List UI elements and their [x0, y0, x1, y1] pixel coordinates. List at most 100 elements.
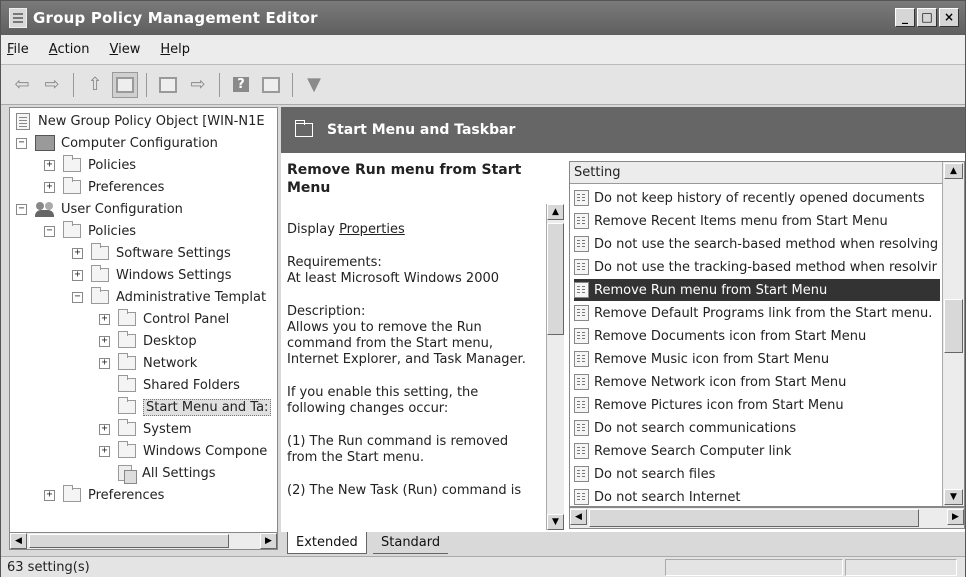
setting-row[interactable]: Do not search Internet	[574, 486, 940, 506]
expand-icon[interactable]: +	[44, 489, 55, 501]
tree-item-desktop[interactable]: + Desktop	[99, 330, 197, 352]
tree-horizontal-scrollbar[interactable]: ◀ ▶	[9, 532, 278, 550]
forward-icon[interactable]: ⇨	[39, 72, 65, 98]
tree-item-network[interactable]: + Network	[99, 352, 197, 374]
expand-icon[interactable]: +	[99, 313, 110, 325]
policy-setting-icon	[574, 236, 589, 252]
setting-row[interactable]: Remove Pictures icon from Start Menu	[574, 394, 940, 416]
folder-icon	[63, 221, 81, 238]
tab-standard[interactable]: Standard	[373, 532, 449, 554]
scroll-left-arrow-icon[interactable]: ◀	[10, 533, 27, 549]
tree-item-start-menu-and-taskbar[interactable]: Start Menu and Ta:	[99, 396, 272, 418]
collapse-icon[interactable]: −	[16, 137, 27, 149]
maximize-button[interactable]: □	[917, 8, 937, 27]
close-button[interactable]: ×	[939, 8, 959, 27]
scrollbar-thumb[interactable]	[944, 299, 963, 353]
collapse-icon[interactable]: −	[16, 203, 27, 215]
tree-item-software-settings[interactable]: + Software Settings	[72, 242, 231, 264]
setting-row[interactable]: Remove Network icon from Start Menu	[574, 371, 940, 393]
console-tree-icon[interactable]	[258, 72, 284, 98]
setting-row[interactable]: Do not keep history of recently opened d…	[574, 187, 940, 209]
gpme-app-icon	[9, 8, 27, 28]
setting-row[interactable]: Remove Music icon from Start Menu	[574, 348, 940, 370]
gpme-window: Group Policy Management Editor _ □ × Fil…	[0, 0, 966, 577]
menu-action[interactable]: Action	[49, 42, 90, 57]
tree-label: System	[143, 421, 192, 437]
tree-item-administrative-templates[interactable]: − Administrative Templat	[72, 286, 266, 308]
setting-row[interactable]: Do not search files	[574, 463, 940, 485]
setting-row[interactable]: Remove Run menu from Start Menu	[574, 279, 940, 301]
properties-icon[interactable]	[155, 72, 181, 98]
setting-row[interactable]: Remove Search Computer link	[574, 440, 940, 462]
setting-row[interactable]: Do not use the tracking-based method whe…	[574, 256, 940, 278]
policy-setting-icon	[574, 489, 589, 505]
help-icon[interactable]: ?	[228, 72, 254, 98]
list-vertical-scrollbar[interactable]: ▲ ▼	[942, 162, 964, 506]
tree-label: Control Panel	[143, 311, 230, 327]
setting-row[interactable]: Remove Default Programs link from the St…	[574, 302, 940, 324]
scroll-left-arrow-icon[interactable]: ◀	[570, 509, 587, 525]
menu-view[interactable]: View	[110, 42, 141, 57]
scrollbar-thumb[interactable]	[29, 534, 229, 548]
tab-extended[interactable]: Extended	[287, 532, 367, 554]
expand-icon[interactable]: +	[44, 159, 55, 171]
expand-icon[interactable]: +	[99, 335, 110, 347]
tree-item-computer-configuration[interactable]: − Computer Configuration	[16, 132, 218, 154]
setting-row[interactable]: Remove Documents icon from Start Menu	[574, 325, 940, 347]
menu-file[interactable]: File	[7, 42, 29, 57]
expand-icon[interactable]: +	[99, 445, 110, 457]
tree-item-computer-policies[interactable]: + Policies	[44, 154, 136, 176]
scroll-down-arrow-icon[interactable]: ▼	[944, 489, 963, 505]
title-bar[interactable]: Group Policy Management Editor _ □ ×	[1, 1, 965, 35]
tree-item-windows-settings[interactable]: + Windows Settings	[72, 264, 231, 286]
tree-item-user-preferences[interactable]: + Preferences	[44, 484, 164, 506]
expand-icon[interactable]: +	[44, 181, 55, 193]
tree-label: Shared Folders	[143, 377, 240, 393]
setting-row[interactable]: Do not search communications	[574, 417, 940, 439]
tree-item-user-configuration[interactable]: − User Configuration	[16, 198, 183, 220]
tree-item-all-settings[interactable]: All Settings	[118, 462, 216, 484]
expand-icon[interactable]: +	[99, 423, 110, 435]
show-hide-tree-icon[interactable]	[112, 71, 138, 98]
scroll-right-arrow-icon[interactable]: ▶	[947, 509, 964, 525]
setting-label: Do not search files	[594, 466, 716, 482]
tree-item-system[interactable]: + System	[99, 418, 191, 440]
window-controls: _ □ ×	[895, 8, 959, 27]
collapse-icon[interactable]: −	[44, 225, 55, 237]
scrollbar-thumb[interactable]	[589, 509, 919, 527]
expand-icon[interactable]: +	[72, 269, 83, 281]
collapse-icon[interactable]: −	[72, 291, 83, 303]
setting-row[interactable]: Do not use the search-based method when …	[574, 233, 940, 255]
tree-item-computer-preferences[interactable]: + Preferences	[44, 176, 164, 198]
scroll-up-arrow-icon[interactable]: ▲	[944, 163, 963, 179]
tree-item-windows-components[interactable]: + Windows Compone	[99, 440, 267, 462]
properties-link[interactable]: Properties	[339, 222, 405, 237]
scroll-down-arrow-icon[interactable]: ▼	[547, 514, 564, 530]
minimize-button[interactable]: _	[895, 8, 915, 27]
tree-item-user-policies[interactable]: − Policies	[44, 220, 136, 242]
toolbar-separator	[73, 72, 74, 97]
up-folder-icon[interactable]: ⇧	[82, 72, 108, 98]
list-horizontal-scrollbar[interactable]: ◀ ▶	[569, 507, 965, 529]
expand-icon[interactable]: +	[99, 357, 110, 369]
scroll-up-arrow-icon[interactable]: ▲	[547, 204, 564, 220]
description-vertical-scrollbar[interactable]: ▲ ▼	[546, 204, 564, 530]
menu-help[interactable]: Help	[160, 42, 190, 57]
policy-setting-icon	[574, 282, 589, 298]
expand-icon[interactable]: +	[72, 247, 83, 259]
back-icon[interactable]: ⇦	[9, 72, 35, 98]
scroll-right-arrow-icon[interactable]: ▶	[260, 533, 277, 549]
toolbar: ⇦ ⇨ ⇧ ⇨ ? ▼	[1, 65, 965, 105]
filter-icon[interactable]: ▼	[301, 72, 327, 98]
tree-item-root[interactable]: New Group Policy Object [WIN-N1E	[16, 110, 265, 132]
setting-row[interactable]: Remove Recent Items menu from Start Menu	[574, 210, 940, 232]
export-list-icon[interactable]: ⇨	[185, 72, 211, 98]
folder-icon	[63, 485, 81, 502]
tree-item-control-panel[interactable]: + Control Panel	[99, 308, 229, 330]
scrollbar-thumb[interactable]	[547, 223, 564, 335]
policy-setting-icon	[574, 259, 589, 275]
folder-icon	[63, 177, 81, 194]
folder-icon	[118, 309, 136, 326]
column-header-setting[interactable]: Setting	[570, 162, 942, 184]
tree-item-shared-folders[interactable]: Shared Folders	[99, 374, 240, 396]
